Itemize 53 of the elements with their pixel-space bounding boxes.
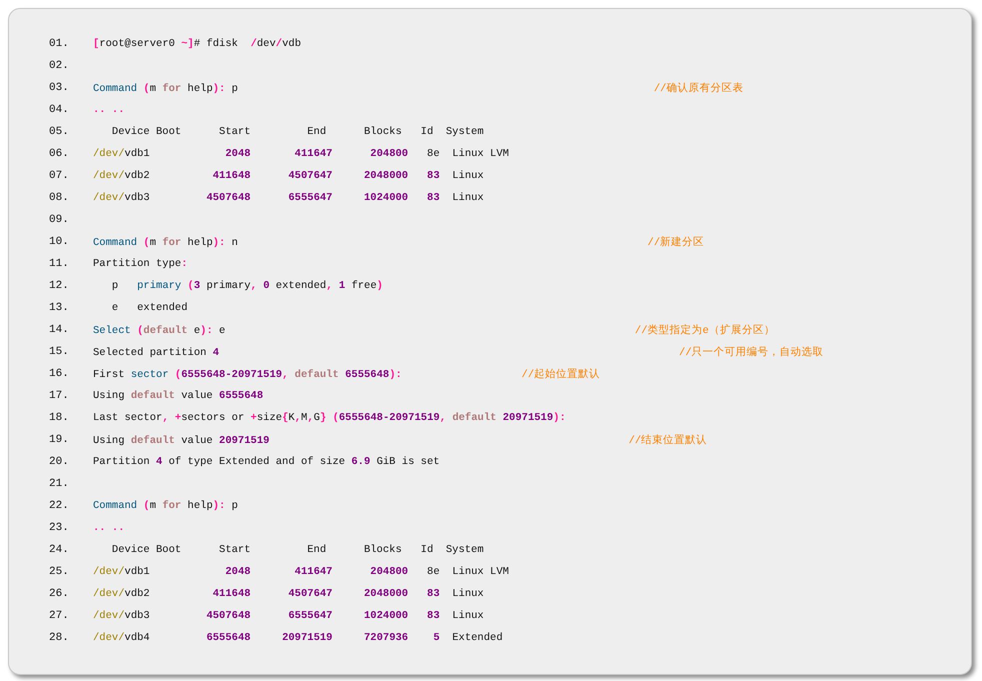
code-line: Device Boot Start End Blocks Id System bbox=[110, 126, 484, 138]
line-number: 03. bbox=[49, 82, 70, 94]
code-line: e extended bbox=[110, 302, 188, 314]
code-line: Last sector, +sectors or +size{K,M,G} (6555648-20971519, default 20971519): bbox=[93, 412, 566, 424]
code-line: Partition type: bbox=[93, 258, 188, 270]
code-line: .. .. bbox=[93, 522, 125, 534]
line-number: 25. bbox=[49, 566, 70, 578]
line-number: 09. bbox=[49, 214, 70, 226]
line-number: 24. bbox=[49, 544, 70, 556]
line-number: 01. bbox=[49, 38, 70, 50]
line-number: 13. bbox=[49, 302, 70, 314]
line-number: 14. bbox=[49, 324, 70, 336]
line-number: 07. bbox=[49, 170, 70, 182]
code-line: /dev/vdb2 411648 4507647 2048000 83 Linux bbox=[93, 170, 484, 182]
line-number: 08. bbox=[49, 192, 70, 204]
line-number: 11. bbox=[49, 258, 70, 270]
line-number: 02. bbox=[49, 60, 70, 72]
code-line: /dev/vdb4 6555648 20971519 7207936 5 Extended bbox=[93, 632, 503, 644]
code-line: Partition 4 of type Extended and of size 6.9 GiB is set bbox=[93, 456, 440, 468]
code-line: Using default value 20971519 //结束位置默认 bbox=[93, 433, 708, 447]
line-number: 15. bbox=[49, 346, 70, 358]
code-line: Device Boot Start End Blocks Id System bbox=[110, 544, 484, 556]
line-number: 04. bbox=[49, 104, 70, 116]
code-line: First sector (6555648-20971519, default 6555648): //起始位置默认 bbox=[93, 368, 600, 381]
line-number: 23. bbox=[49, 522, 70, 534]
line-number: 05. bbox=[49, 126, 70, 138]
code-line: /dev/vdb3 4507648 6555647 1024000 83 Linux bbox=[93, 610, 484, 622]
code-line: Select (default e): e //类型指定为e（扩展分区） bbox=[93, 323, 775, 337]
line-number: 12. bbox=[49, 280, 70, 292]
code-line: Using default value 6555648 bbox=[93, 390, 264, 402]
code-line: /dev/vdb1 2048 411647 204800 8e Linux LVM bbox=[93, 566, 509, 578]
line-number: 18. bbox=[49, 412, 70, 424]
line-number: 27. bbox=[49, 610, 70, 622]
code-line: [root@server0 ~]# fdisk /dev/vdb bbox=[93, 38, 301, 50]
line-number: 21. bbox=[49, 478, 70, 490]
line-number: 26. bbox=[49, 588, 70, 600]
code-line: .. .. bbox=[93, 104, 125, 116]
code-line: /dev/vdb2 411648 4507647 2048000 83 Linux bbox=[93, 588, 484, 600]
code-line: Command (m for help): p //确认原有分区表 bbox=[93, 81, 744, 95]
code-line: Selected partition 4 //只一个可用编号，自动选取 bbox=[93, 345, 824, 359]
line-number: 06. bbox=[49, 148, 70, 160]
line-number: 28. bbox=[49, 632, 70, 644]
code-line: p primary (3 primary, 0 extended, 1 free) bbox=[110, 280, 383, 292]
line-number: 22. bbox=[49, 500, 70, 512]
line-number: 17. bbox=[49, 390, 70, 402]
code-line: /dev/vdb3 4507648 6555647 1024000 83 Linux bbox=[93, 192, 484, 204]
line-number: 19. bbox=[49, 434, 70, 446]
line-number: 20. bbox=[49, 456, 70, 468]
code-line: /dev/vdb1 2048 411647 204800 8e Linux LVM bbox=[93, 148, 509, 160]
code-line: Command (m for help): p bbox=[93, 500, 238, 512]
code-line: Command (m for help): n //新建分区 bbox=[93, 235, 704, 249]
line-number: 16. bbox=[49, 368, 70, 380]
line-number: 10. bbox=[49, 236, 70, 248]
